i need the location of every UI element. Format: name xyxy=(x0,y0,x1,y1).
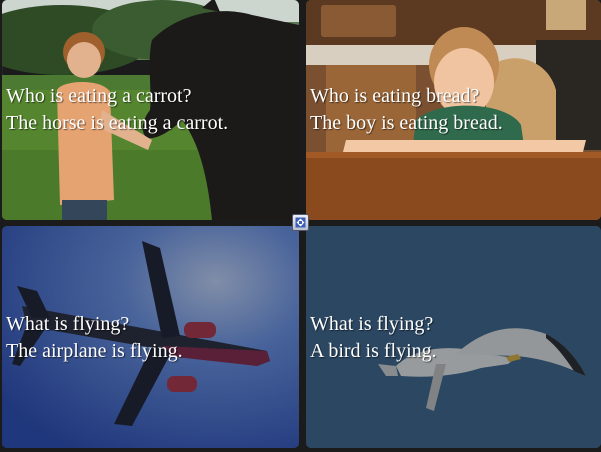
tile-boy-bread[interactable]: Who is eating bread? The boy is eating b… xyxy=(306,0,601,220)
tile-airplane[interactable]: What is flying? The airplane is flying. xyxy=(2,226,299,448)
question-text: What is flying? xyxy=(6,313,130,335)
picture-grid: Who is eating a carrot? The horse is eat… xyxy=(0,0,601,452)
expand-button[interactable] xyxy=(292,214,309,231)
tile-horse-carrot[interactable]: Who is eating a carrot? The horse is eat… xyxy=(2,0,299,220)
answer-text: The boy is eating bread. xyxy=(310,112,503,134)
answer-text: The airplane is flying. xyxy=(6,340,183,362)
expand-arrows-icon xyxy=(295,217,306,228)
caption: What is flying? A bird is flying. xyxy=(310,311,437,365)
question-text: Who is eating a carrot? xyxy=(6,85,192,107)
caption: What is flying? The airplane is flying. xyxy=(6,311,183,365)
answer-text: A bird is flying. xyxy=(310,340,437,362)
question-text: Who is eating bread? xyxy=(310,85,480,107)
caption: Who is eating a carrot? The horse is eat… xyxy=(6,83,228,137)
question-text: What is flying? xyxy=(310,313,434,335)
tile-bird[interactable]: What is flying? A bird is flying. xyxy=(306,226,601,448)
answer-text: The horse is eating a carrot. xyxy=(6,112,229,134)
caption: Who is eating bread? The boy is eating b… xyxy=(310,83,503,137)
